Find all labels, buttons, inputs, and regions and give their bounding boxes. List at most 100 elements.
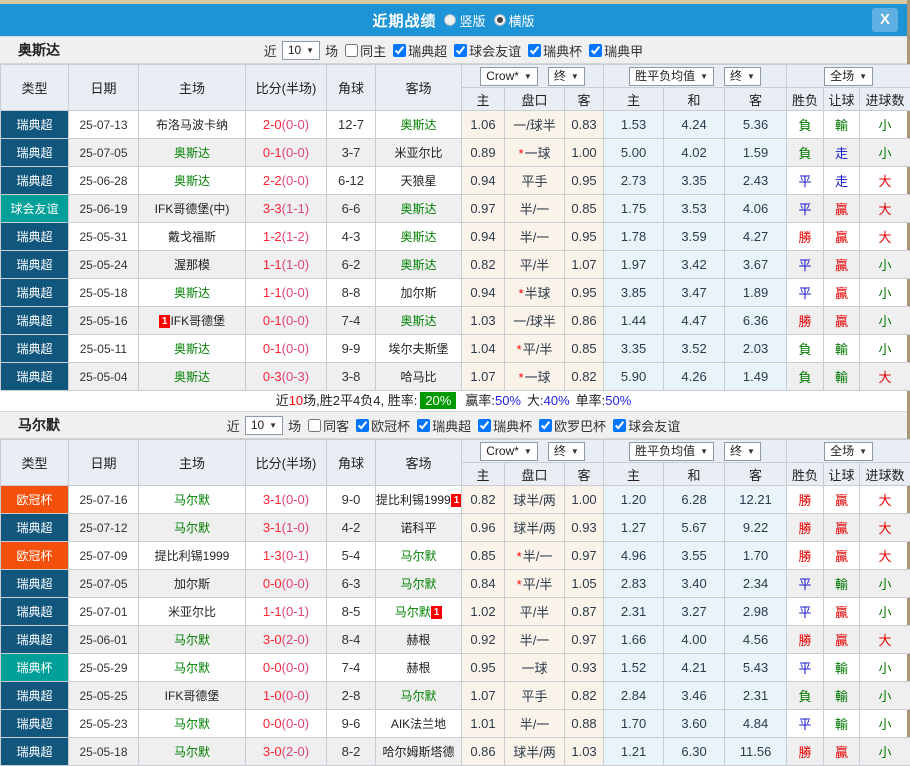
league-filter[interactable]: 欧冠杯	[352, 416, 410, 435]
handicap-line-cell: 半/一	[505, 195, 565, 223]
col-result-goals: 进球数	[860, 88, 910, 111]
result-goals-cell: 小	[860, 279, 910, 307]
home-team-cell: IFK哥德堡(中)	[139, 195, 246, 223]
euro-away-odds: 2.03	[725, 335, 787, 363]
col-euro-draw: 和	[664, 463, 725, 486]
odds-company-select[interactable]: Crow*	[480, 67, 538, 86]
match-row: 瑞典超25-06-01马尔默3-0(2-0)8-4赫根0.92半/一0.971.…	[1, 626, 910, 654]
euro-draw-odds: 4.21	[664, 654, 725, 682]
corner-cell: 12-7	[327, 111, 376, 139]
league-checkbox[interactable]	[454, 44, 467, 57]
away-team-name: 奥斯达	[400, 118, 436, 132]
matches-tbody: 瑞典超25-07-13布洛马波卡纳2-0(0-0)12-7奥斯达1.06一/球半…	[1, 111, 910, 391]
home-team-name: 奥斯达	[174, 286, 210, 300]
handicap-away-odds: 0.82	[565, 682, 604, 710]
half-time-score: (1-0)	[282, 257, 309, 272]
home-team-name: 米亚尔比	[168, 605, 216, 619]
home-team-name: 加尔斯	[174, 577, 210, 591]
half-time-score: (0-0)	[282, 341, 309, 356]
odds-final-select[interactable]: 终	[548, 442, 585, 461]
league-type-cell: 瑞典超	[1, 598, 69, 626]
radio-unselected-icon[interactable]	[444, 14, 456, 26]
euro-home-odds: 2.84	[604, 682, 664, 710]
close-button[interactable]: X	[872, 8, 898, 32]
result-goals-cell: 大	[860, 167, 910, 195]
full-match-select[interactable]: 全场	[824, 67, 873, 86]
league-checkbox[interactable]	[528, 44, 541, 57]
half-time-score: (0-0)	[282, 492, 309, 507]
home-team-cell: 布洛马波卡纳	[139, 111, 246, 139]
full-time-score: 0-3	[263, 369, 282, 384]
handicap-line: 一/球半	[513, 314, 556, 329]
corner-cell: 4-2	[327, 514, 376, 542]
same-venue-checkbox[interactable]	[308, 419, 321, 432]
league-type-cell: 瑞典超	[1, 514, 69, 542]
away-team-name: 马尔默	[400, 549, 436, 563]
euro-draw-odds: 3.52	[664, 335, 725, 363]
league-filter[interactable]: 瑞典甲	[585, 41, 643, 60]
league-filter[interactable]: 球会友谊	[450, 41, 521, 60]
team-name: 奥斯达	[18, 40, 60, 60]
away-team-name: 马尔默	[400, 689, 436, 703]
league-checkbox[interactable]	[417, 419, 430, 432]
league-filter[interactable]: 瑞典杯	[474, 416, 532, 435]
handicap-line-cell: 球半/两	[505, 514, 565, 542]
corner-cell: 5-4	[327, 542, 376, 570]
odds-final-select[interactable]: 终	[548, 67, 585, 86]
odds-company-select[interactable]: Crow*	[480, 442, 538, 461]
full-match-select[interactable]: 全场	[824, 442, 873, 461]
home-team-cell: 马尔默	[139, 486, 246, 514]
result-goals-cell: 小	[860, 139, 910, 167]
avg-odds-select[interactable]: 胜平负均值	[629, 67, 714, 86]
radio-selected-icon[interactable]	[494, 14, 506, 26]
full-time-score: 1-1	[263, 257, 282, 272]
away-team-cell: 加尔斯	[376, 279, 462, 307]
match-row: 瑞典超25-05-04奥斯达0-3(0-3)3-8哈马比1.07*一球0.825…	[1, 363, 910, 391]
euro-draw-odds: 3.59	[664, 223, 725, 251]
same-venue-filter[interactable]: 同主	[341, 41, 386, 60]
result-handicap-cell: 贏	[824, 251, 860, 279]
home-team-name: 奥斯达	[174, 146, 210, 160]
vertical-layout-radio[interactable]: 竖版	[444, 11, 485, 30]
league-checkbox[interactable]	[589, 44, 602, 57]
horizontal-layout-radio[interactable]: 横版	[494, 11, 535, 30]
horizontal-layout-label: 横版	[509, 11, 535, 30]
result-wdl-cell: 勝	[787, 626, 824, 654]
summary-stat-value: 40%	[544, 393, 570, 408]
col-result-wdl: 胜负	[787, 88, 824, 111]
filter-bar: 近10场同主瑞典超球会友谊瑞典杯瑞典甲	[264, 41, 643, 60]
league-type-cell: 瑞典超	[1, 307, 69, 335]
league-filter[interactable]: 瑞典超	[389, 41, 447, 60]
avg-final-select[interactable]: 终	[724, 67, 761, 86]
league-checkbox[interactable]	[539, 419, 552, 432]
handicap-line-cell: 一球	[505, 654, 565, 682]
league-filter[interactable]: 欧罗巴杯	[535, 416, 606, 435]
league-filter[interactable]: 球会友谊	[609, 416, 680, 435]
col-score: 比分(半场)	[246, 65, 327, 111]
league-checkbox[interactable]	[613, 419, 626, 432]
handicap-away-odds: 0.95	[565, 279, 604, 307]
away-team-cell: 米亚尔比	[376, 139, 462, 167]
league-filter[interactable]: 瑞典超	[413, 416, 471, 435]
league-label: 瑞典杯	[493, 416, 532, 435]
league-checkbox[interactable]	[478, 419, 491, 432]
match-count-select[interactable]: 10	[245, 416, 283, 435]
avg-final-select[interactable]: 终	[724, 442, 761, 461]
col-result-goals: 进球数	[860, 463, 910, 486]
corner-cell: 8-5	[327, 598, 376, 626]
league-label: 瑞典杯	[543, 41, 582, 60]
avg-odds-select[interactable]: 胜平负均值	[629, 442, 714, 461]
league-filter[interactable]: 瑞典杯	[524, 41, 582, 60]
away-team-cell: 赫根	[376, 626, 462, 654]
league-checkbox[interactable]	[356, 419, 369, 432]
summary-stat-label: 大:	[527, 393, 544, 408]
league-checkbox[interactable]	[393, 44, 406, 57]
same-venue-checkbox[interactable]	[345, 44, 358, 57]
col-date: 日期	[69, 65, 139, 111]
euro-draw-odds: 6.30	[664, 738, 725, 766]
date-cell: 25-06-01	[69, 626, 139, 654]
same-venue-filter[interactable]: 同客	[304, 416, 349, 435]
euro-away-odds: 9.22	[725, 514, 787, 542]
page-title: 近期战绩	[372, 10, 436, 31]
match-count-select[interactable]: 10	[282, 41, 320, 60]
